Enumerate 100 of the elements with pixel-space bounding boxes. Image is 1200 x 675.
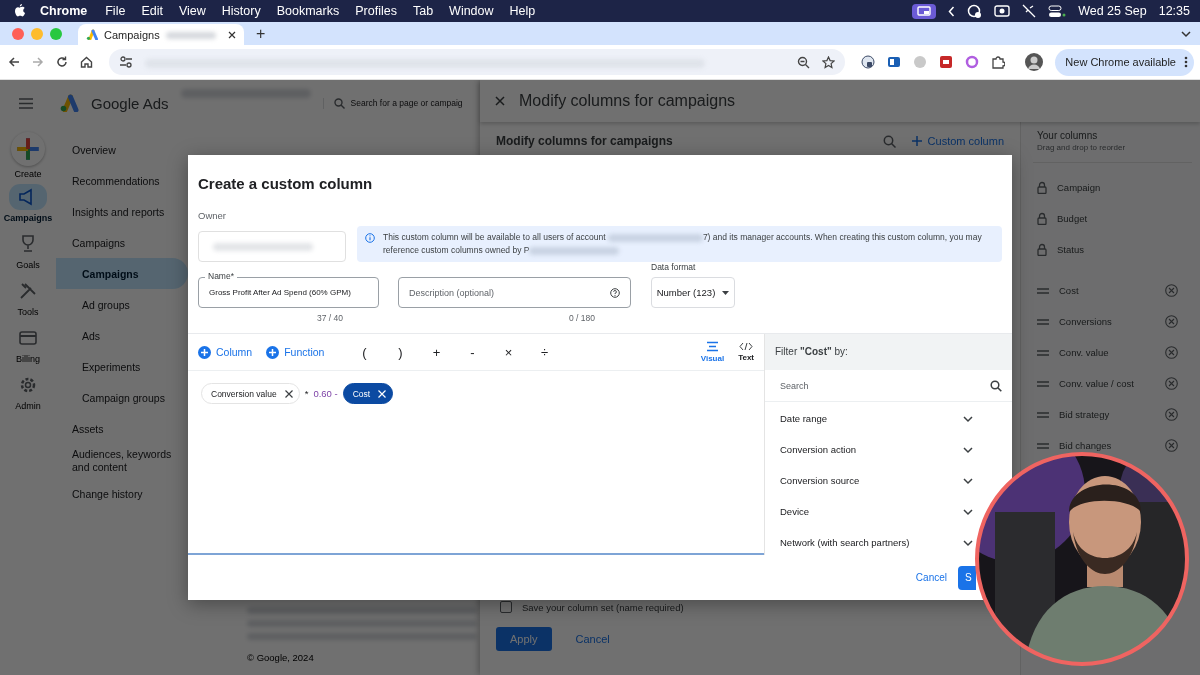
drag-handle-icon[interactable] — [1037, 318, 1049, 325]
rail-item[interactable]: Goals — [9, 231, 47, 273]
search-field[interactable]: Search for a page or campaig — [322, 97, 463, 109]
nav-item[interactable]: Insights and reports — [56, 196, 188, 227]
operator-button[interactable]: - — [454, 344, 491, 360]
remove-icon[interactable] — [284, 389, 293, 398]
filter-option[interactable]: Conversion action — [765, 434, 977, 465]
drag-handle-icon[interactable] — [1037, 287, 1049, 294]
drag-handle-icon[interactable] — [1037, 349, 1049, 356]
record-icon[interactable] — [967, 3, 983, 19]
star-icon[interactable] — [822, 55, 836, 69]
update-button[interactable]: New Chrome available — [1055, 48, 1194, 76]
filter-title: Filter "Cost" by: — [765, 334, 1012, 370]
screen-mirroring-button[interactable] — [912, 3, 937, 19]
save-button[interactable]: S — [958, 565, 976, 590]
menu-item[interactable]: Edit — [141, 4, 163, 18]
filter-option[interactable]: Conversion source — [765, 465, 977, 496]
filter-option[interactable]: Device — [765, 496, 977, 527]
filter-option[interactable]: Date range — [765, 403, 977, 434]
formula-chip[interactable]: Cost — [342, 383, 394, 404]
rail-item[interactable]: Billing — [9, 325, 47, 367]
operator-button[interactable]: ) — [382, 344, 419, 360]
control-center-icon[interactable] — [1048, 4, 1067, 18]
puzzle-icon[interactable] — [991, 55, 1006, 69]
formula-chip[interactable]: Conversion value — [201, 383, 300, 404]
square-icon[interactable] — [939, 55, 954, 69]
chevron-left-icon[interactable] — [948, 5, 956, 17]
rail-item[interactable]: Create — [11, 132, 45, 179]
operator-button[interactable]: ( — [346, 344, 383, 360]
app-menu[interactable]: Chrome — [40, 4, 88, 18]
screen-icon — [917, 5, 932, 17]
ring-icon[interactable] — [965, 55, 980, 69]
apple-icon[interactable] — [14, 4, 26, 18]
caret-icon — [722, 290, 730, 295]
nav-item[interactable]: Campaign groups — [56, 382, 188, 413]
muted-icon[interactable] — [1022, 4, 1037, 18]
clock-text: 12:35 — [1158, 4, 1190, 18]
nav-item[interactable]: Overview — [56, 134, 188, 165]
camera-icon[interactable] — [994, 5, 1011, 17]
mode-tab[interactable]: Visual — [700, 341, 725, 363]
operator-button[interactable]: × — [490, 344, 527, 360]
lock-icon[interactable] — [861, 55, 876, 69]
nav-item[interactable]: Experiments — [56, 351, 188, 382]
operator-button[interactable]: + — [418, 344, 455, 360]
menu-icon[interactable] — [19, 97, 33, 109]
add-column-button[interactable]: Column — [198, 345, 253, 359]
menu-item[interactable]: Help — [509, 4, 536, 18]
description-field[interactable]: Description (optional) — [398, 277, 631, 308]
product-name: Google Ads — [91, 94, 169, 112]
rail-item[interactable]: Tools — [9, 278, 47, 320]
avatar-icon[interactable] — [1025, 53, 1044, 71]
close-icon[interactable] — [228, 30, 236, 39]
card-icon[interactable] — [887, 56, 902, 68]
data-format-dropdown[interactable]: Number (123) — [651, 277, 735, 308]
zoom-out-icon[interactable] — [797, 55, 811, 69]
nav-item[interactable]: Campaigns — [56, 227, 188, 258]
drag-handle-icon[interactable] — [1037, 380, 1049, 387]
nav-item[interactable]: Recommendations — [56, 165, 188, 196]
nav-item[interactable]: Assets — [56, 413, 188, 444]
mode-tab[interactable]: Text — [738, 342, 754, 362]
dialog-title: Create a custom column — [198, 174, 374, 194]
more-icon[interactable] — [1184, 56, 1188, 68]
browser-tab[interactable]: Campaigns — [78, 24, 244, 45]
menu-item[interactable]: Tab — [412, 4, 434, 18]
back-icon[interactable] — [8, 56, 20, 68]
copyright-text: © Google, 2024 — [247, 652, 315, 663]
menu-item[interactable]: Bookmarks — [276, 4, 340, 18]
help-icon[interactable] — [610, 287, 620, 298]
logo-icon — [86, 29, 98, 40]
menu-item[interactable]: History — [221, 4, 261, 18]
filter-option[interactable]: Network (with search partners) — [765, 527, 977, 558]
menu-item[interactable]: Profiles — [355, 4, 397, 18]
nav-item[interactable]: Audiences, keywords and content — [56, 444, 188, 478]
owner-field[interactable] — [198, 231, 346, 262]
search-field[interactable]: Search — [765, 370, 1012, 402]
checkbox-label: Save your column set (name required) — [522, 601, 684, 613]
menu-item[interactable]: File — [105, 4, 126, 18]
column-name: Cost — [1059, 285, 1080, 296]
column-name: Status — [1057, 244, 1084, 255]
new-tab-button[interactable]: + — [250, 24, 272, 43]
menu-item[interactable]: Window — [449, 4, 494, 18]
nav-item[interactable]: Ads — [56, 320, 188, 351]
checkbox[interactable] — [500, 601, 512, 613]
add-function-button[interactable]: Function — [266, 345, 325, 359]
section-title: Modify columns for campaigns — [496, 134, 674, 148]
tune-icon[interactable] — [119, 56, 133, 68]
menu-item[interactable]: View — [178, 4, 206, 18]
search-icon[interactable] — [990, 379, 1002, 392]
date-text: Wed 25 Sep — [1078, 4, 1147, 18]
cancel-button[interactable]: Cancel — [915, 572, 947, 583]
rail-item[interactable]: Campaigns — [3, 184, 53, 226]
drag-handle-icon[interactable] — [1037, 442, 1049, 449]
rail-item[interactable]: Admin — [9, 372, 47, 414]
reload-icon[interactable] — [56, 56, 68, 68]
drag-handle-icon[interactable] — [1037, 411, 1049, 418]
nav-item[interactable]: Ad groups — [56, 289, 188, 320]
operator-button[interactable]: ÷ — [526, 344, 563, 360]
nav-item[interactable]: Change history — [56, 478, 188, 509]
home-icon[interactable] — [80, 56, 93, 68]
panel-title: Modify columns for campaigns — [519, 92, 736, 110]
